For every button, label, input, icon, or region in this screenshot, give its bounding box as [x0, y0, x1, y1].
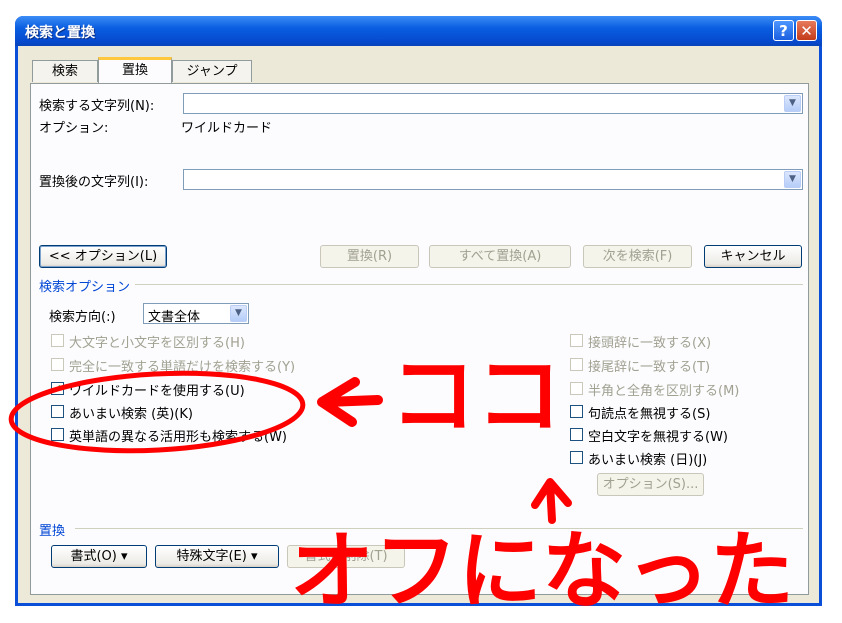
group-divider [135, 284, 803, 285]
tab-replace[interactable]: 置換 [98, 57, 172, 83]
search-direction-label: 検索方向(:) [49, 310, 116, 325]
dialog-client-area: 検索 置換 ジャンプ 検索する文字列(N): ▼ オプション: ワイルドカード … [18, 46, 819, 603]
replace-group-label: 置換 [39, 524, 66, 539]
tab-find[interactable]: 検索 [32, 60, 98, 82]
chevron-down-icon[interactable]: ▼ [230, 305, 247, 322]
find-replace-dialog: 検索と置換 ? ✕ 検索 置換 ジャンプ 検索する文字列(N): ▼ オプション… [15, 16, 822, 606]
match-suffix-label: 接尾辞に一致する(T) [588, 360, 711, 375]
no-formatting-button[interactable]: 書式の削除(T) [287, 545, 405, 568]
ignore-whitespace-label: 空白文字を無視する(W) [588, 430, 728, 445]
match-suffix-checkbox[interactable] [570, 358, 583, 371]
fuzzy-english-checkbox[interactable] [51, 405, 64, 418]
close-button[interactable]: ✕ [796, 20, 817, 41]
search-options-group-label: 検索オプション [39, 280, 131, 295]
find-what-label: 検索する文字列(N): [39, 99, 155, 114]
less-options-button[interactable]: << オプション(L) [39, 245, 167, 268]
fuzzy-english-label: あいまい検索 (英)(K) [69, 407, 193, 422]
wildcard-checkbox[interactable]: ✓ [51, 382, 64, 395]
group-divider [75, 528, 803, 529]
cancel-button[interactable]: キャンセル [704, 245, 802, 268]
format-button[interactable]: 書式(O) ▾ [51, 545, 147, 568]
whole-word-label: 完全に一致する単語だけを検索する(Y) [69, 360, 296, 375]
replace-tab-panel: 検索する文字列(N): ▼ オプション: ワイルドカード 置換後の文字列(I):… [30, 83, 809, 595]
half-full-width-label: 半角と全角を区別する(M) [588, 384, 740, 399]
replace-with-field[interactable]: ▼ [183, 169, 803, 190]
wildcard-label: ワイルドカードを使用する(U) [69, 384, 245, 399]
search-direction-select[interactable]: 文書全体 ▼ [143, 303, 249, 325]
word-forms-checkbox[interactable] [51, 428, 64, 441]
find-what-field[interactable]: ▼ [183, 93, 803, 114]
fuzzy-japanese-label: あいまい検索 (日)(J) [588, 453, 708, 468]
ignore-punctuation-label: 句読点を無視する(S) [588, 407, 711, 422]
word-forms-label: 英単語の異なる活用形も検索する(W) [69, 430, 287, 445]
special-button[interactable]: 特殊文字(E) ▾ [155, 545, 279, 568]
find-options-value: ワイルドカード [181, 121, 273, 136]
replace-all-button[interactable]: すべて置換(A) [429, 245, 571, 268]
replace-with-label: 置換後の文字列(I): [39, 175, 149, 190]
match-prefix-label: 接頭辞に一致する(X) [588, 336, 712, 351]
find-options-label: オプション: [39, 121, 109, 136]
window-title: 検索と置換 [25, 25, 95, 41]
match-prefix-checkbox[interactable] [570, 334, 583, 347]
half-full-width-checkbox[interactable] [570, 382, 583, 395]
chevron-down-icon[interactable]: ▼ [784, 171, 801, 188]
fuzzy-japanese-checkbox[interactable] [570, 451, 583, 464]
help-button[interactable]: ? [773, 20, 794, 41]
search-direction-value: 文書全体 [148, 310, 201, 325]
chevron-down-icon[interactable]: ▼ [784, 95, 801, 112]
fuzzy-options-button[interactable]: オプション(S)... [597, 473, 704, 496]
replace-button[interactable]: 置換(R) [320, 245, 419, 268]
tab-goto[interactable]: ジャンプ [172, 60, 252, 82]
ignore-whitespace-checkbox[interactable] [570, 428, 583, 441]
find-next-button[interactable]: 次を検索(F) [583, 245, 692, 268]
ignore-punctuation-checkbox[interactable] [570, 405, 583, 418]
match-case-label: 大文字と小文字を区別する(H) [69, 336, 245, 351]
title-bar[interactable]: 検索と置換 ? ✕ [15, 16, 822, 46]
whole-word-checkbox[interactable] [51, 358, 64, 371]
match-case-checkbox[interactable] [51, 334, 64, 347]
